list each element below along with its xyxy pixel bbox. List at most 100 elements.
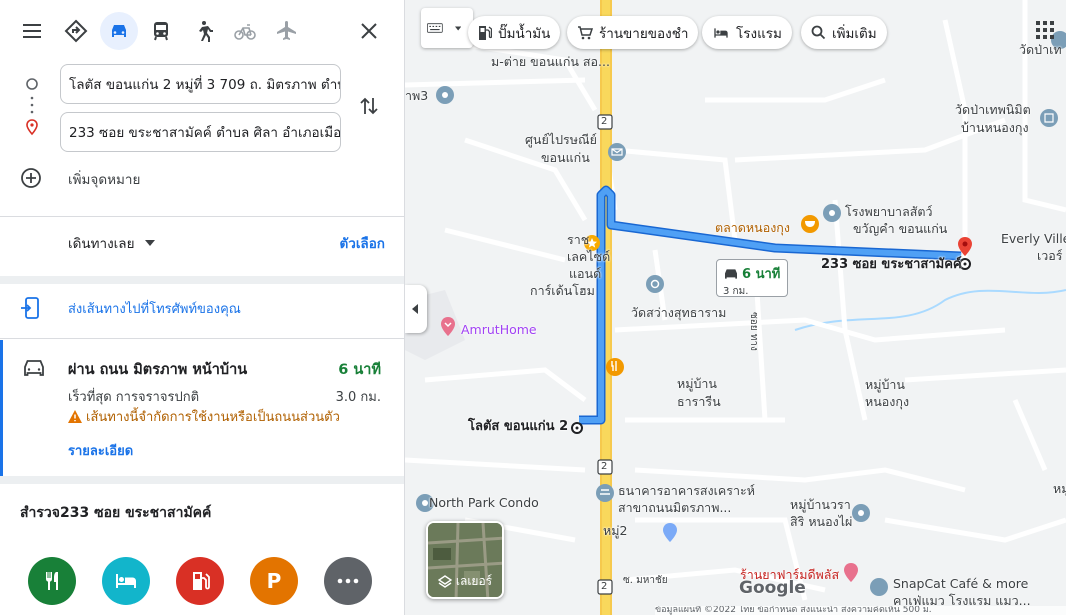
- map-label: บ้านหนองกุง: [961, 120, 1029, 135]
- route-traffic: เร็วที่สุด การจราจรปกติ: [68, 390, 200, 405]
- highway-shield: 2: [601, 461, 608, 472]
- eta-callout[interactable]: 6 นาที 3 กม.: [716, 259, 788, 297]
- chip-grocery-label: ร้านขายของชำ: [599, 25, 689, 42]
- dropdown-arrow-icon: [454, 26, 461, 30]
- eta-distance: 3 กม.: [723, 286, 749, 297]
- destination-input[interactable]: 233 ซอย ขระชาสามัคค์ ตำบล ศิลา อำเภอเมือ…: [60, 112, 341, 152]
- chip-gas-label: ปั๊มน้ำมัน: [498, 25, 551, 42]
- layers-button[interactable]: เลเยอร์: [426, 521, 504, 599]
- map-label: North Park Condo: [429, 495, 539, 510]
- chevron-left-icon: [412, 304, 418, 314]
- add-circle-icon: [21, 168, 41, 188]
- chip-grocery[interactable]: ร้านขายของชำ: [567, 16, 699, 49]
- map-label: แอนด์: [569, 266, 602, 281]
- add-destination-label: เพิ่มจุดหมาย: [68, 172, 141, 188]
- map-label: SnapCat Café & more: [893, 576, 1029, 591]
- parking-button[interactable]: P: [250, 557, 298, 605]
- car-icon: [725, 268, 737, 279]
- map-label: ม-ต่าย ขอนแก่น สอ...: [491, 54, 610, 69]
- map-footer: ข้อมูลแผนที่ ©2022 ไทย ข้อกำหนด ส่งแนะนำ…: [655, 606, 1066, 615]
- route-details-link[interactable]: รายละเอียด: [68, 440, 133, 461]
- route-warning: เส้นทางนี้จำกัดการใช้งานหรือเป็นถนนส่วนต…: [68, 406, 340, 427]
- map-label: ตลาดหนองกุง: [715, 220, 790, 235]
- map-label: วัดป่าเท: [1019, 42, 1062, 57]
- bicycle-icon[interactable]: [226, 12, 264, 50]
- walk-icon[interactable]: [184, 12, 222, 50]
- origin-map-label: โลตัส ขอนแก่น 2: [468, 419, 569, 434]
- swap-icon[interactable]: [359, 95, 379, 117]
- chip-more[interactable]: เพิ่มเติม: [801, 16, 887, 49]
- restaurants-button[interactable]: [28, 557, 76, 605]
- route-via: ผ่าน ถนน มิตรภาพ หน้าบ้าน: [68, 362, 248, 378]
- search-icon: [811, 25, 826, 40]
- map-label: าพ3: [405, 88, 429, 103]
- map-label: Everly Ville: [1001, 231, 1066, 246]
- depart-label: เดินทางเลย: [68, 236, 135, 252]
- map-label: เลคไซด์: [567, 249, 611, 264]
- directions-panel: โลตัส ขอนแก่น 2 หมู่ที่ 3 709 ถ. มิตรภาพ…: [0, 0, 405, 615]
- map-label: การ์เด้นโฮม: [530, 283, 595, 298]
- map-canvas[interactable]: 2 2 2 ม-ต่าย ขอนแก่น สอ... าพ3 ศูนย์ไปรษ…: [405, 0, 1066, 615]
- map-label: สิริ หนองไผ่: [790, 514, 853, 529]
- layers-icon: [437, 574, 452, 588]
- flight-icon[interactable]: [268, 12, 306, 50]
- map-label: โรงพยาบาลสัตว์: [845, 204, 933, 219]
- section-separator: [0, 476, 404, 484]
- chip-hotels-label: โรงแรม: [736, 25, 782, 42]
- warning-icon: [68, 410, 82, 423]
- map-label: ขวัญคำ ขอนแก่น: [853, 221, 948, 236]
- gas-stations-button[interactable]: [176, 557, 224, 605]
- menu-icon[interactable]: [13, 12, 51, 50]
- origin-input[interactable]: โลตัส ขอนแก่น 2 หมู่ที่ 3 709 ถ. มิตรภาพ…: [60, 64, 341, 104]
- destination-map-label: 233 ซอย ขระชาสามัคค์: [821, 257, 962, 272]
- section-separator: [0, 276, 404, 284]
- map-label: ธนาคารอาคารสงเคราะห์: [618, 483, 755, 498]
- route-option-card[interactable]: ผ่าน ถนน มิตรภาพ หน้าบ้าน 6 นาที เร็วที่…: [0, 340, 404, 476]
- map-label: ซอย ทาง: [748, 312, 759, 351]
- route-dots-icon: [26, 78, 38, 136]
- gas-station-icon: [193, 572, 210, 590]
- layers-label: เลเยอร์: [455, 574, 493, 588]
- gas-station-icon: [479, 25, 492, 40]
- map-label: ราช: [567, 232, 590, 247]
- highway-shield: 2: [601, 116, 608, 127]
- map-label: วัดสว่างสุทธาราม: [631, 305, 727, 320]
- best-route-icon[interactable]: [57, 12, 95, 50]
- map-label: หมู่: [1053, 481, 1066, 496]
- divider: [0, 216, 404, 217]
- apps-grid-icon[interactable]: [1036, 21, 1054, 39]
- car-icon: [24, 360, 44, 376]
- route-time: 6 นาที: [338, 362, 381, 378]
- options-link[interactable]: ตัวเลือก: [339, 232, 385, 254]
- map-label: วัดป่าเทพนิมิต: [955, 102, 1031, 117]
- highway-shield: 2: [601, 581, 608, 592]
- map-label: ธารารีน: [677, 394, 721, 409]
- chip-more-label: เพิ่มเติม: [832, 25, 877, 42]
- add-destination-row[interactable]: เพิ่มจุดหมาย: [20, 168, 140, 190]
- travel-mode-bar: [0, 12, 404, 54]
- chip-hotels[interactable]: โรงแรม: [702, 16, 792, 49]
- hotels-button[interactable]: [102, 557, 150, 605]
- chip-gas[interactable]: ปั๊มน้ำมัน: [468, 16, 561, 49]
- send-to-phone-row[interactable]: ส่งเส้นทางไปที่โทรศัพท์ของคุณ: [20, 296, 241, 320]
- map-label: หมู่2: [603, 523, 628, 538]
- map-label: AmrutHome: [461, 322, 537, 337]
- more-icon: [337, 578, 359, 584]
- map-label: ขอนแก่น: [541, 150, 590, 165]
- eta-time: 6 นาที: [742, 267, 781, 282]
- map-label: หนองกุง: [865, 394, 910, 409]
- close-icon[interactable]: [350, 12, 388, 50]
- explore-title: สำรวจ233 ซอย ขระชาสามัคค์: [20, 505, 212, 521]
- input-tools-button[interactable]: [421, 8, 473, 48]
- transit-icon[interactable]: [142, 12, 180, 50]
- more-categories-button[interactable]: [324, 557, 372, 605]
- map-roads: [405, 0, 1066, 615]
- collapse-panel-button[interactable]: [405, 285, 427, 333]
- map-label: ศูนย์ไปรษณีย์: [525, 132, 597, 147]
- car-icon[interactable]: [100, 12, 138, 50]
- parking-icon: P: [266, 569, 282, 593]
- restaurant-icon: [46, 572, 58, 590]
- map-label: หมู่บ้าน: [677, 376, 717, 391]
- depart-dropdown[interactable]: เดินทางเลย: [68, 232, 156, 254]
- google-logo: Google: [739, 578, 806, 598]
